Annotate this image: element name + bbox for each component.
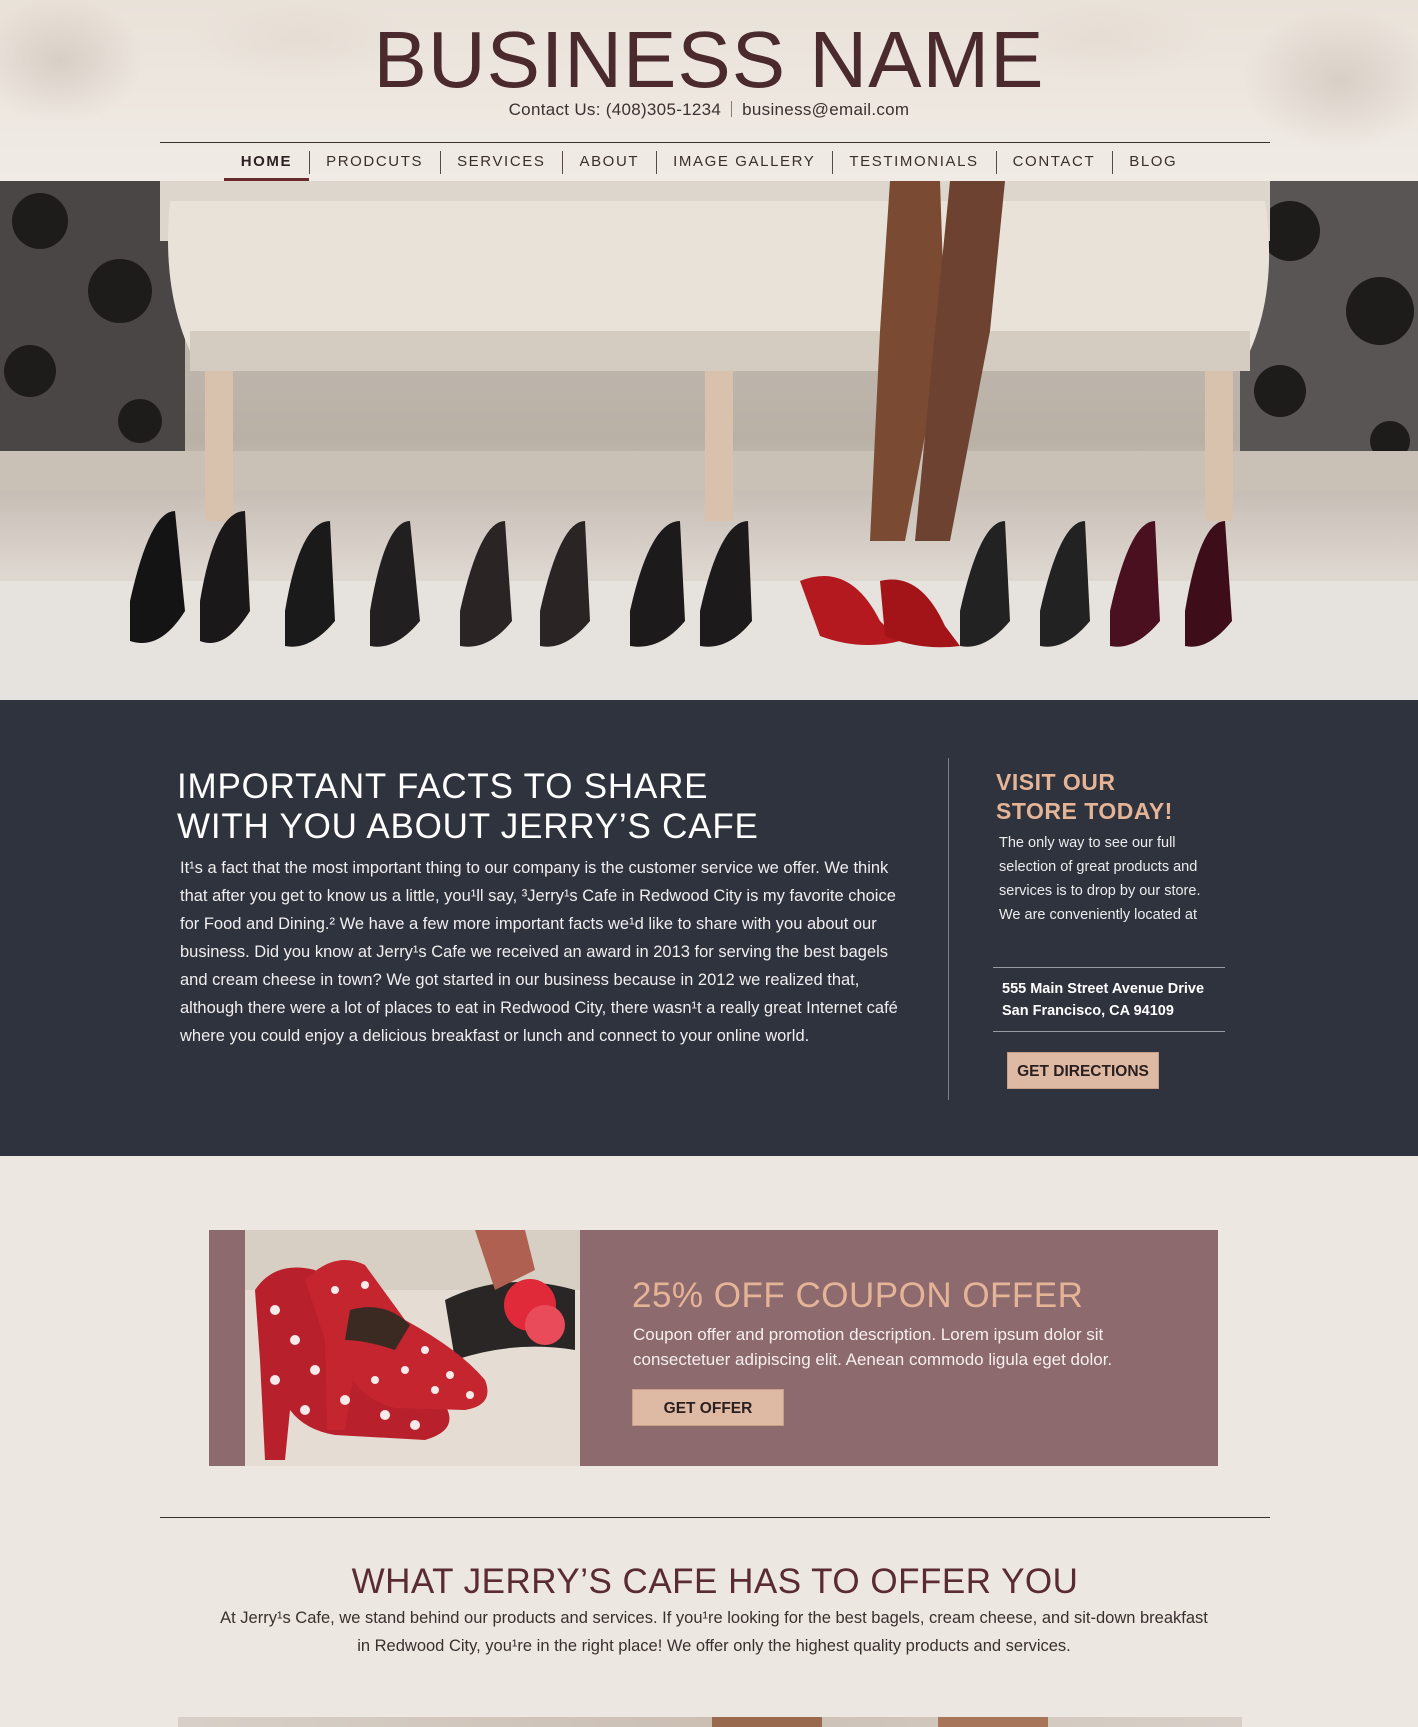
bottom-image-strip [178,1717,1242,1727]
facts-body: It¹s a fact that the most important thin… [180,859,898,1045]
site-header: BUSINESS NAME Contact Us: (408)305-1234 b… [0,0,1418,182]
nav-item-blog[interactable]: BLOG [1112,143,1194,181]
contact-email[interactable]: business@email.com [742,100,909,119]
coupon-banner: 25% OFF COUPON OFFER Coupon offer and pr… [209,1230,1218,1466]
contact-separator [731,101,733,117]
visit-heading-line2: STORE TODAY! [996,798,1173,824]
visit-text: The only way to see our full selection o… [999,835,1201,923]
offer-body: At Jerry¹s Cafe, we stand behind our pro… [220,1609,1208,1655]
coupon-description: Coupon offer and promotion description. … [633,1325,1113,1369]
store-address: 555 Main Street Avenue Drive San Francis… [993,967,1225,1032]
nav-item-products[interactable]: PRODCUTS [309,143,440,181]
coupon-title: 25% OFF COUPON OFFER [632,1276,1084,1315]
vertical-divider [948,758,949,1100]
section-divider [160,1517,1270,1518]
visit-heading: VISIT OUR STORE TODAY! [996,768,1206,826]
facts-heading-line2: WITH YOU ABOUT JERRY’S CAFE [177,807,759,846]
facts-section: IMPORTANT FACTS TO SHARE WITH YOU ABOUT … [0,700,1418,1156]
visit-heading-line1: VISIT OUR [996,769,1116,795]
main-nav: HOME PRODCUTS SERVICES ABOUT IMAGE GALLE… [0,143,1418,182]
hero-image [0,181,1418,700]
nav-item-testimonials[interactable]: TESTIMONIALS [832,143,995,181]
get-directions-button[interactable]: GET DIRECTIONS [1007,1052,1159,1089]
facts-heading-line1: IMPORTANT FACTS TO SHARE [177,767,709,806]
contact-line: Contact Us: (408)305-1234 business@email.… [0,100,1418,120]
nav-item-image-gallery[interactable]: IMAGE GALLERY [656,143,832,181]
address-line-2: San Francisco, CA 94109 [1002,1003,1174,1019]
facts-heading: IMPORTANT FACTS TO SHARE WITH YOU ABOUT … [177,767,797,847]
nav-item-contact[interactable]: CONTACT [995,143,1113,181]
nav-item-about[interactable]: ABOUT [562,143,656,181]
nav-item-home[interactable]: HOME [223,143,310,182]
address-line-1: 555 Main Street Avenue Drive [1002,981,1205,997]
business-name: BUSINESS NAME [373,15,1045,104]
polka-dot-shoes-illustration [245,1230,580,1466]
offer-heading: WHAT JERRY’S CAFE HAS TO OFFER YOU [351,1562,1079,1601]
coupon-shoes-image [245,1230,580,1466]
bottom-image-detail-2 [938,1717,1048,1727]
nav-item-services[interactable]: SERVICES [440,143,562,181]
hero-shoes-illustration [0,181,1418,700]
bottom-image-detail-1 [712,1717,822,1727]
get-offer-button[interactable]: GET OFFER [632,1389,784,1426]
contact-phone: Contact Us: (408)305-1234 [508,100,722,119]
